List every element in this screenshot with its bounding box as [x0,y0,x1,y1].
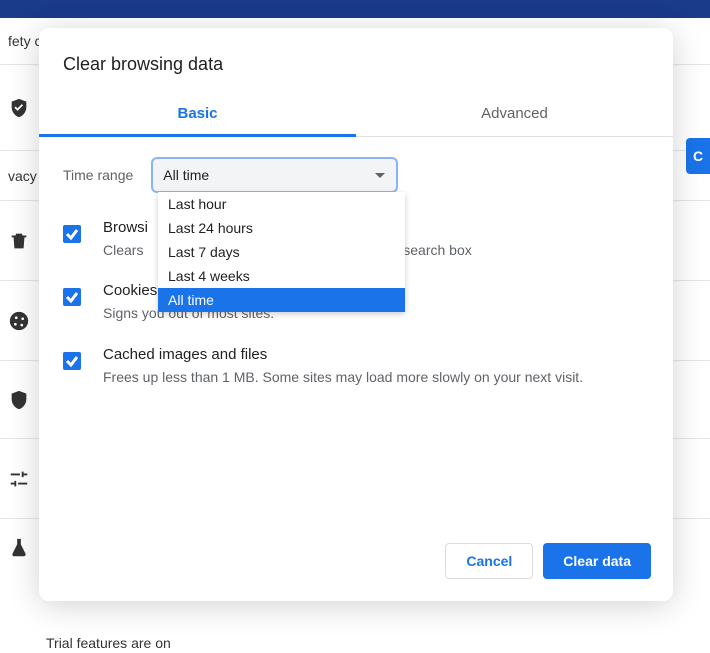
dialog-title: Clear browsing data [39,54,673,93]
item-title: Cached images and files [103,346,649,363]
time-range-value: All time [163,167,209,183]
tab-advanced[interactable]: Advanced [356,93,673,136]
checkbox-cached[interactable] [63,352,81,370]
checkbox-browsing-history[interactable] [63,225,81,243]
time-range-label: Time range [63,167,133,183]
time-range-row: Time range All time [63,157,649,193]
item-desc: Frees up less than 1 MB. Some sites may … [103,367,649,387]
cancel-button[interactable]: Cancel [445,543,533,579]
option-last-4-weeks[interactable]: Last 4 weeks [158,264,405,288]
dialog-body: Time range All time Last hour Last 24 ho… [39,137,673,527]
checkbox-cookies[interactable] [63,288,81,306]
dialog-footer: Cancel Clear data [39,527,673,601]
option-last-7-days[interactable]: Last 7 days [158,240,405,264]
tab-basic[interactable]: Basic [39,93,356,137]
clear-data-button[interactable]: Clear data [543,543,651,579]
option-last-24-hours[interactable]: Last 24 hours [158,216,405,240]
time-range-select[interactable]: All time [151,157,398,193]
chevron-down-icon [374,167,386,183]
option-all-time[interactable]: All time [158,288,405,312]
tabs: Basic Advanced [39,93,673,137]
time-range-dropdown[interactable]: Last hour Last 24 hours Last 7 days Last… [158,192,405,312]
item-cached: Cached images and files Frees up less th… [63,346,649,387]
clear-browsing-data-dialog: Clear browsing data Basic Advanced Time … [39,28,673,601]
option-last-hour[interactable]: Last hour [158,192,405,216]
